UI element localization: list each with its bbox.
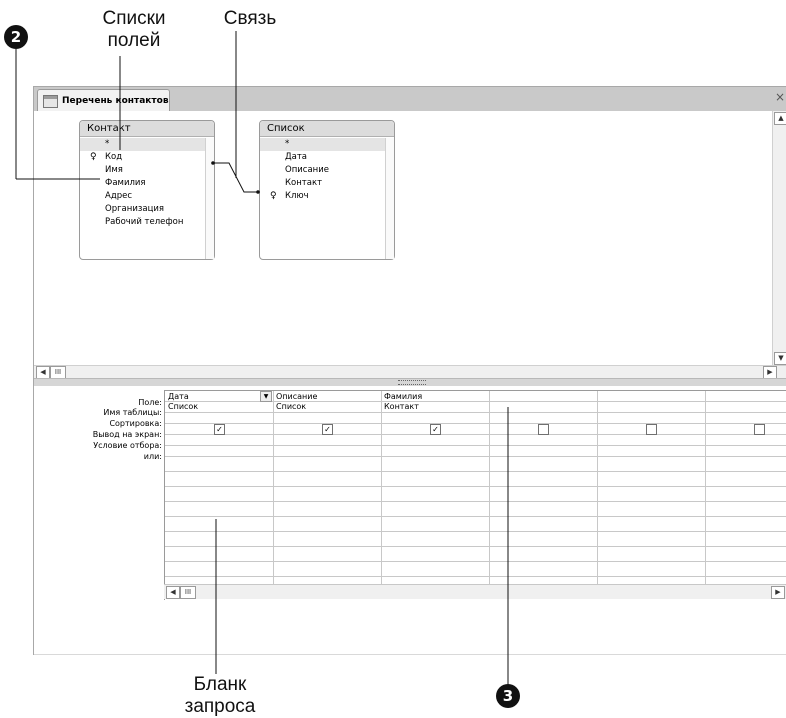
callout-leader-lines <box>15 31 509 684</box>
